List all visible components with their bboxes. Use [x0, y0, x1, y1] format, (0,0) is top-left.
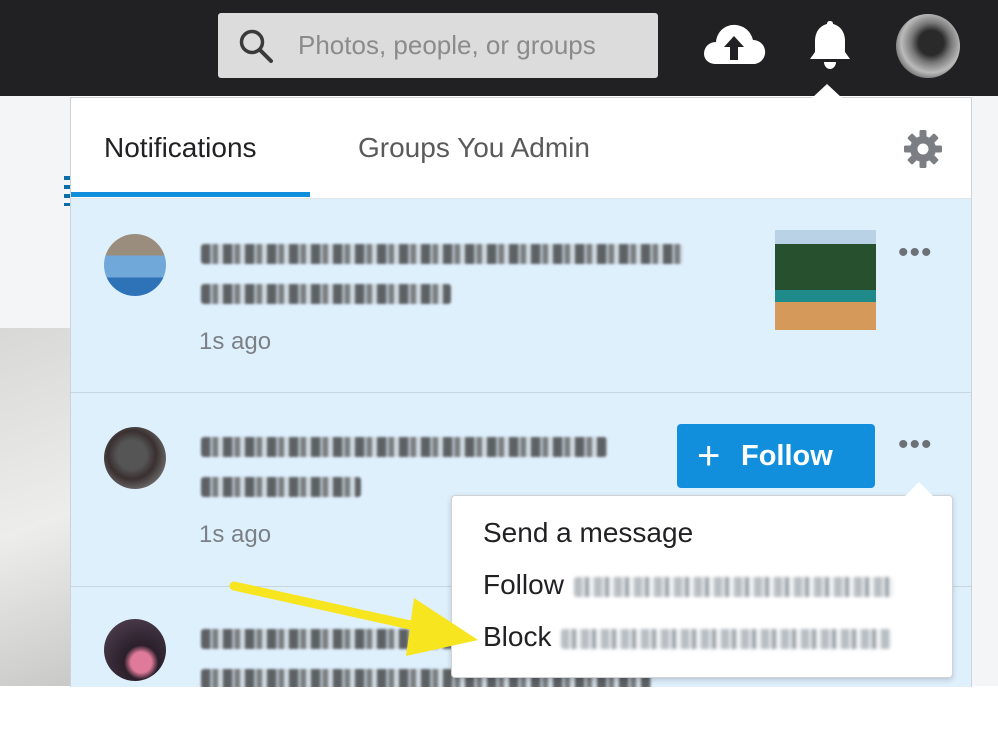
follow-button[interactable]: + Follow: [677, 424, 875, 488]
menu-item-send-message[interactable]: Send a message: [483, 513, 693, 553]
panel-pointer: [812, 84, 842, 98]
menu-pointer: [905, 482, 933, 496]
annotation-arrow-icon: [229, 581, 478, 656]
avatar[interactable]: [896, 14, 960, 78]
menu-item-block[interactable]: Block: [483, 617, 892, 657]
redacted-text: [201, 244, 683, 264]
active-tab-indicator: [71, 192, 310, 197]
menu-item-label: Block: [483, 621, 552, 652]
page-bottom-area: [0, 686, 998, 739]
more-options-icon[interactable]: •••: [898, 430, 933, 460]
timestamp: 1s ago: [199, 328, 272, 355]
redacted-username: [561, 628, 892, 649]
more-options-menu: Send a message Follow Block: [451, 482, 953, 678]
redacted-text: [201, 437, 607, 457]
tab-groups-you-admin[interactable]: Groups You Admin: [358, 98, 590, 198]
search-input[interactable]: Photos, people, or groups: [298, 13, 596, 78]
menu-item-label: Follow: [483, 569, 564, 600]
bell-icon[interactable]: [808, 18, 852, 70]
top-navigation-bar: Photos, people, or groups: [0, 0, 998, 96]
search-box[interactable]: Photos, people, or groups: [218, 13, 658, 78]
more-options-icon[interactable]: •••: [898, 238, 933, 268]
redacted-text: [201, 477, 361, 497]
gear-icon[interactable]: [903, 129, 943, 169]
avatar[interactable]: [104, 619, 166, 681]
menu-item-follow[interactable]: Follow: [483, 565, 894, 605]
avatar[interactable]: [104, 427, 166, 489]
avatar[interactable]: [104, 234, 166, 296]
page-background-right: [972, 96, 998, 686]
photo-thumbnail[interactable]: [775, 230, 876, 330]
panel-tabs: Notifications Groups You Admin: [71, 98, 971, 199]
background-photo: [0, 328, 70, 686]
plus-icon: +: [697, 434, 721, 478]
cloud-upload-icon[interactable]: [702, 20, 766, 66]
tab-notifications[interactable]: Notifications: [104, 98, 257, 198]
follow-button-label: Follow: [741, 440, 833, 472]
timestamp: 1s ago: [199, 521, 272, 548]
redacted-text: [201, 284, 451, 304]
menu-item-label: Send a message: [483, 517, 694, 548]
notification-item[interactable]: 1s ago •••: [71, 199, 971, 393]
redacted-username: [573, 576, 894, 597]
search-icon: [239, 29, 273, 63]
